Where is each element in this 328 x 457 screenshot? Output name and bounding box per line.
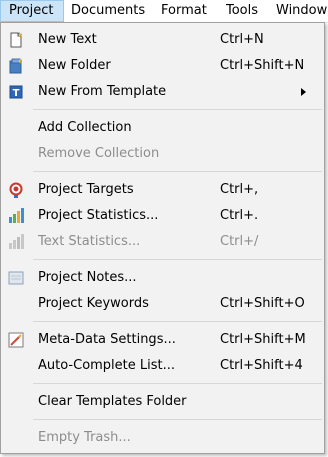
project-menu-dropdown: New Text Ctrl+N New Folder Ctrl+Shift+N … <box>0 22 325 454</box>
menu-item-autocomplete-list[interactable]: Auto-Complete List... Ctrl+Shift+4 <box>1 354 324 378</box>
menu-item-text-statistics: Text Statistics... Ctrl+/ <box>1 230 324 254</box>
menu-item-label: Project Statistics... <box>38 208 159 223</box>
menu-item-shortcut: Ctrl+. <box>220 208 259 223</box>
menu-item-shortcut: Ctrl+, <box>220 182 259 197</box>
menu-item-label: Add Collection <box>38 120 132 135</box>
menu-item-remove-collection: Remove Collection <box>1 142 324 166</box>
menubar-item-tools[interactable]: Tools <box>218 0 266 22</box>
menu-item-empty-trash: Empty Trash... <box>1 426 324 450</box>
menu-item-new-folder[interactable]: New Folder Ctrl+Shift+N <box>1 54 324 78</box>
menu-item-project-keywords[interactable]: Project Keywords Ctrl+Shift+O <box>1 292 324 316</box>
menu-item-label: Remove Collection <box>38 146 160 161</box>
menu-item-label: Auto-Complete List... <box>38 358 176 373</box>
menu-item-project-notes[interactable]: Project Notes... <box>1 266 324 290</box>
menu-item-label: Project Targets <box>38 182 134 197</box>
menu-separator <box>33 259 322 260</box>
submenu-arrow-icon <box>301 88 306 96</box>
menu-item-shortcut: Ctrl+Shift+N <box>220 58 305 73</box>
menu-item-shortcut: Ctrl+Shift+4 <box>220 358 303 373</box>
menu-item-metadata-settings[interactable]: Meta-Data Settings... Ctrl+Shift+M <box>1 328 324 352</box>
menu-item-shortcut: Ctrl+Shift+O <box>220 296 305 311</box>
menu-item-label: New Folder <box>38 58 111 73</box>
menu-item-shortcut: Ctrl+/ <box>220 234 259 249</box>
menubar-item-documents[interactable]: Documents <box>63 0 153 22</box>
new-folder-icon <box>7 57 25 75</box>
menubar-item-project[interactable]: Project <box>0 0 64 22</box>
menu-item-label: Text Statistics... <box>38 234 141 249</box>
menu-item-label: Clear Templates Folder <box>38 394 187 409</box>
menu-item-new-text[interactable]: New Text Ctrl+N <box>1 28 324 52</box>
menu-separator <box>33 171 322 172</box>
new-text-icon <box>7 31 25 49</box>
menu-item-label: New Text <box>38 32 97 47</box>
notes-icon <box>7 269 25 287</box>
menu-item-clear-templates-folder[interactable]: Clear Templates Folder <box>1 390 324 414</box>
menu-item-shortcut: Ctrl+Shift+M <box>220 332 306 347</box>
menu-item-add-collection[interactable]: Add Collection <box>1 116 324 140</box>
template-icon: T <box>7 83 25 101</box>
menubar-item-window[interactable]: Window <box>268 0 328 22</box>
menu-item-project-statistics[interactable]: Project Statistics... Ctrl+. <box>1 204 324 228</box>
menu-separator <box>33 321 322 322</box>
menu-item-label: Empty Trash... <box>38 430 131 445</box>
menu-item-shortcut: Ctrl+N <box>220 32 264 47</box>
menu-item-label: New From Template <box>38 84 167 99</box>
bar-chart-icon <box>7 233 25 251</box>
target-icon <box>7 181 25 199</box>
menu-separator <box>33 383 322 384</box>
menu-item-new-from-template[interactable]: T New From Template <box>1 80 324 104</box>
menu-item-label: Project Keywords <box>38 296 149 311</box>
metadata-settings-icon <box>7 331 25 349</box>
menubar-item-format[interactable]: Format <box>153 0 215 22</box>
menubar: Project Documents Format Tools Window <box>0 0 328 23</box>
menu-item-project-targets[interactable]: Project Targets Ctrl+, <box>1 178 324 202</box>
menu-item-label: Project Notes... <box>38 270 137 285</box>
menu-separator <box>33 419 322 420</box>
bar-chart-icon <box>7 207 25 225</box>
svg-text:T: T <box>13 88 20 99</box>
menu-item-label: Meta-Data Settings... <box>38 332 176 347</box>
menu-separator <box>33 109 322 110</box>
